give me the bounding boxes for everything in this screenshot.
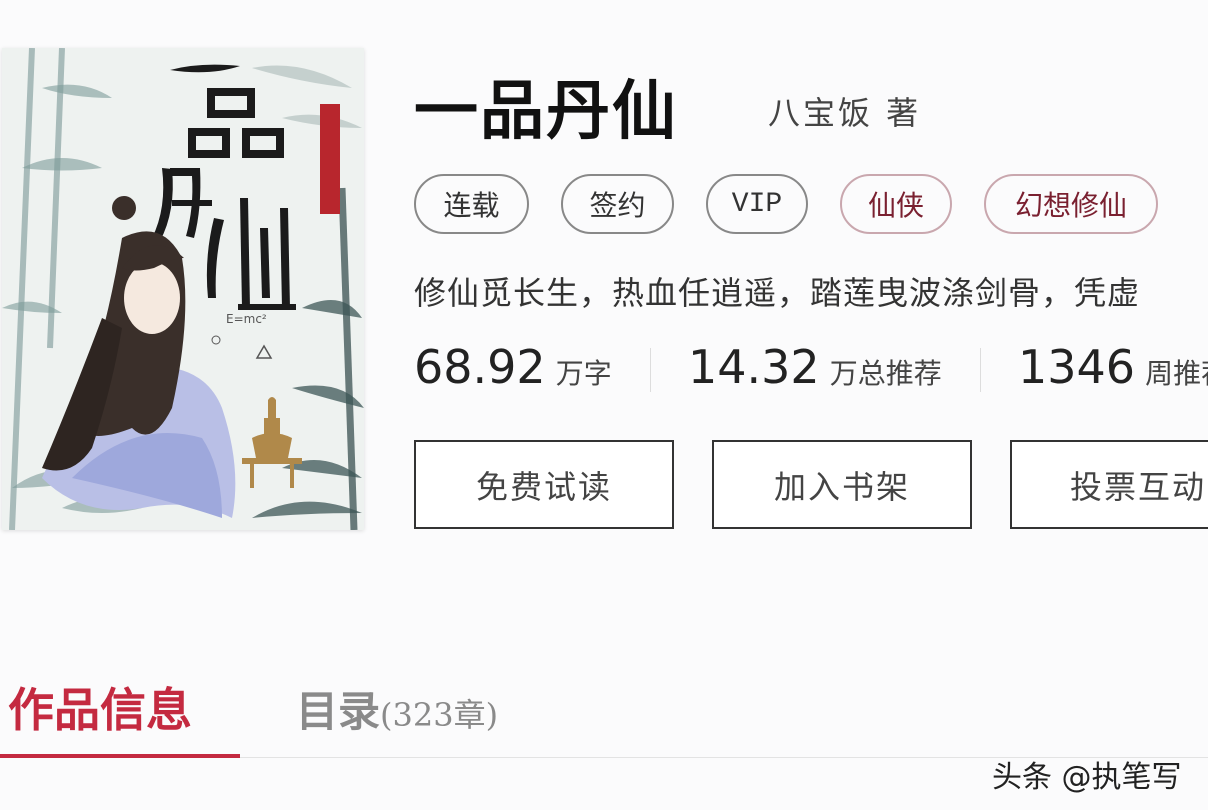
stat-value: 14.32: [688, 340, 820, 394]
book-author[interactable]: 八宝饭 著: [768, 88, 921, 134]
tag-category[interactable]: 仙侠: [840, 174, 952, 234]
stat-total-recommend: 14.32 万总推荐: [688, 340, 942, 394]
stat-value: 68.92: [414, 340, 546, 394]
stat-unit: 万总推荐: [829, 357, 942, 390]
stat-unit: 万字: [555, 357, 612, 390]
book-intro: 修仙觅长生，热血任逍遥，踏莲曳波涤剑骨，凭虚: [414, 274, 1141, 312]
tab-active-indicator: [0, 754, 240, 758]
stat-value: 1346: [1018, 340, 1136, 394]
tag-signed[interactable]: 签约: [561, 174, 674, 234]
tag-subcategory[interactable]: 幻想修仙: [984, 174, 1158, 234]
cover-formula: E=mc²: [226, 312, 267, 326]
tab-toc-count: (323章): [380, 696, 499, 734]
book-cover[interactable]: E=mc²: [2, 48, 364, 530]
watermark: 头条 @执笔写: [992, 760, 1182, 795]
book-stats: 68.92 万字 14.32 万总推荐 1346 周推荐: [414, 340, 1208, 400]
tab-bar: 作品信息 目录 (323章): [0, 660, 1208, 760]
stat-divider: [650, 348, 651, 392]
cover-illustration: E=mc²: [2, 48, 364, 530]
stat-weekly-recommend: 1346 周推荐: [1018, 340, 1208, 394]
stat-unit: 周推荐: [1145, 357, 1208, 390]
tab-toc-label: 目录: [296, 687, 381, 736]
tab-table-of-contents[interactable]: 目录 (323章): [296, 678, 498, 739]
tag-list: 连载 签约 VIP 仙侠 幻想修仙: [414, 174, 1158, 234]
stat-word-count: 68.92 万字: [414, 340, 612, 394]
book-title: 一品丹仙: [414, 75, 678, 149]
vote-button[interactable]: 投票互动: [1010, 440, 1208, 529]
add-to-shelf-button[interactable]: 加入书架: [712, 440, 972, 529]
stat-divider: [980, 348, 981, 392]
free-read-button[interactable]: 免费试读: [414, 440, 674, 529]
tag-serializing[interactable]: 连载: [414, 174, 529, 234]
seal-stamp: [320, 104, 340, 214]
tag-vip[interactable]: VIP: [706, 174, 808, 234]
tab-book-info[interactable]: 作品信息: [8, 674, 192, 740]
